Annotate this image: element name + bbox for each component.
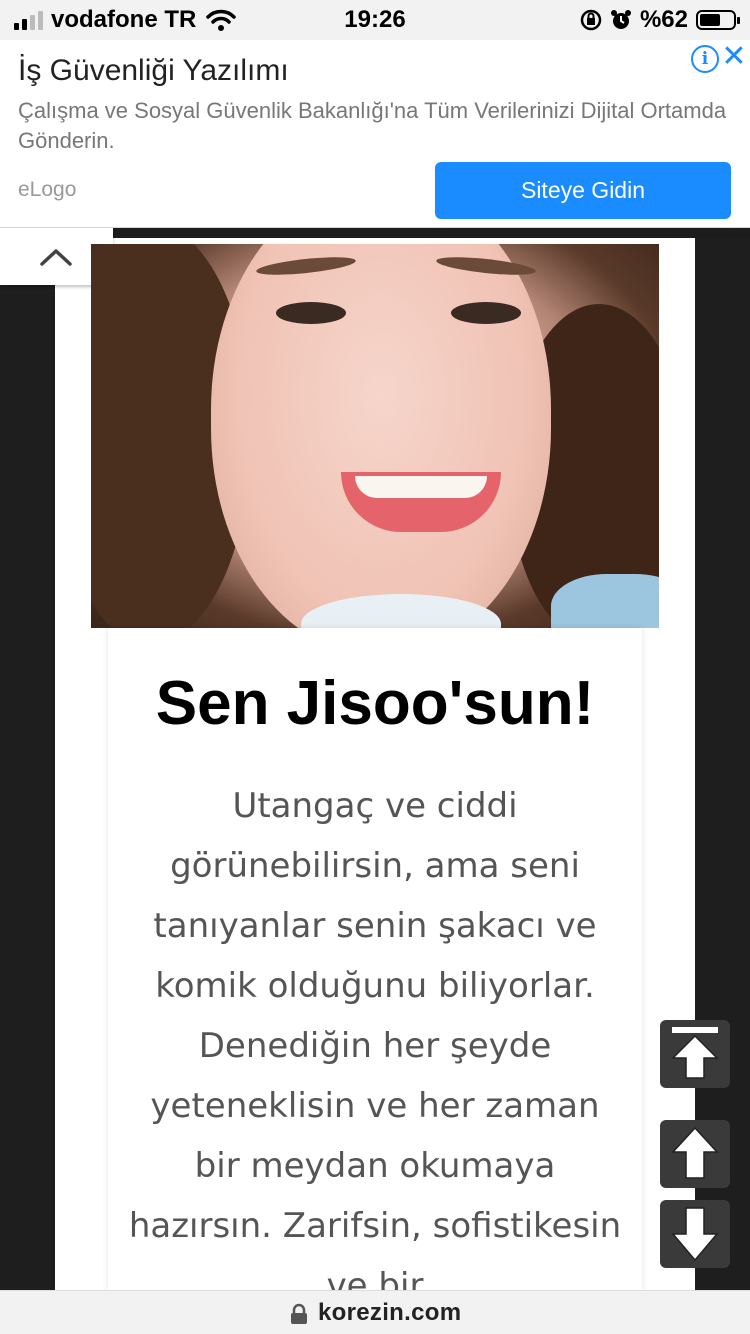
ad-banner[interactable]: İş Güvenliği Yazılımı Çalışma ve Sosyal … [0, 40, 750, 228]
arrow-up-icon [671, 1126, 719, 1179]
battery-icon [696, 10, 740, 30]
battery-percent: %62 [639, 6, 688, 33]
ad-cta-button[interactable]: Siteye Gidin [435, 162, 731, 219]
ad-title[interactable]: İş Güvenliği Yazılımı [18, 54, 289, 88]
ad-info-icon[interactable]: i [691, 45, 719, 73]
result-photo [91, 244, 659, 628]
orientation-lock-icon [580, 9, 602, 31]
scroll-to-top-button[interactable] [660, 1020, 730, 1088]
ad-advertiser: eLogo [18, 178, 77, 201]
url-text[interactable]: korezin.com [318, 1299, 461, 1327]
lock-icon [291, 1303, 307, 1324]
url-bar[interactable]: korezin.com [0, 1290, 750, 1334]
status-bar: vodafone TR 19:26 %62 [0, 0, 750, 40]
left-background [0, 238, 55, 1290]
status-right: %62 [580, 6, 740, 34]
alarm-icon [610, 10, 631, 29]
ad-description: Çalışma ve Sosyal Güvenlik Bakanlığı'na … [18, 98, 727, 153]
scroll-down-button[interactable] [660, 1200, 730, 1268]
ad-close-icon[interactable]: ✕ [720, 42, 748, 72]
arrow-down-icon [671, 1207, 719, 1262]
scroll-to-top-icon [671, 1027, 719, 1079]
scroll-up-button[interactable] [660, 1120, 730, 1188]
chevron-up-icon [40, 249, 72, 266]
result-title: Sen Jisoo'sun! [155, 669, 595, 738]
result-card: Sen Jisoo'sun! Utangaç ve ciddi görünebi… [108, 628, 642, 1306]
result-description: Utangaç ve ciddi görünebilirsin, ama sen… [128, 786, 622, 1306]
